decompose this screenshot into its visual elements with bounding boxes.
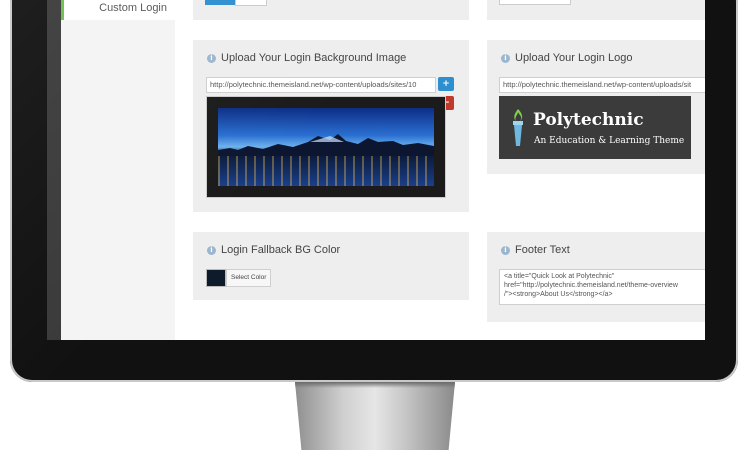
panel-login-background: i Upload Your Login Background Image htt… xyxy=(193,40,469,212)
panel-title: i Footer Text xyxy=(501,244,570,256)
settings-sidebar: Custom Login xyxy=(61,0,176,340)
info-icon: i xyxy=(501,245,510,255)
logo-tagline: An Education & Learning Theme xyxy=(534,136,685,146)
torch-icon xyxy=(513,109,523,146)
settings-content: i Upload Your Login Background Image htt… xyxy=(175,0,705,340)
monitor-stand xyxy=(295,382,455,450)
info-icon: i xyxy=(207,245,216,255)
sidebar-item-custom-login[interactable]: Custom Login xyxy=(61,0,175,20)
city-night-image xyxy=(218,108,434,186)
info-icon: i xyxy=(207,53,216,63)
color-swatch[interactable] xyxy=(206,269,226,287)
toggle-off[interactable] xyxy=(235,0,267,6)
screen: Custom Login i Upload Your Login Backgro… xyxy=(47,0,705,340)
panel-title: i Login Fallback BG Color xyxy=(207,244,340,256)
logo-url-input[interactable]: http://polytechnic.themeisland.net/wp-co… xyxy=(499,77,705,93)
panel-title: i Upload Your Login Logo xyxy=(501,52,632,64)
plus-icon[interactable]: + xyxy=(438,77,454,91)
logo-title: Polytechnic xyxy=(533,110,644,130)
footer-text-area[interactable]: <a title="Quick Look at Polytechnic" hre… xyxy=(499,269,705,305)
background-image-preview xyxy=(206,96,446,198)
select-color-button[interactable]: Select Color xyxy=(226,269,272,287)
panel-title: i Upload Your Login Background Image xyxy=(207,52,406,64)
info-icon: i xyxy=(501,53,510,63)
admin-sidebar-strip xyxy=(47,0,61,340)
logo-image-preview: Polytechnic An Education & Learning Them… xyxy=(499,96,691,159)
stand-shadow xyxy=(295,382,455,388)
background-url-input[interactable]: http://polytechnic.themeisland.net/wp-co… xyxy=(206,77,436,93)
water-reflections xyxy=(218,156,434,186)
toggle-on[interactable] xyxy=(205,0,235,5)
sidebar-item-label: Custom Login xyxy=(99,2,167,14)
panel-footer-text: i Footer Text <a title="Quick Look at Po… xyxy=(487,232,705,322)
panel-top-left xyxy=(193,0,469,20)
top-field[interactable] xyxy=(499,0,571,5)
panel-top-right xyxy=(487,0,705,20)
panel-login-logo: i Upload Your Login Logo http://polytech… xyxy=(487,40,705,174)
panel-fallback-color: i Login Fallback BG Color Select Color xyxy=(193,232,469,300)
skyline-graphic xyxy=(218,134,434,156)
